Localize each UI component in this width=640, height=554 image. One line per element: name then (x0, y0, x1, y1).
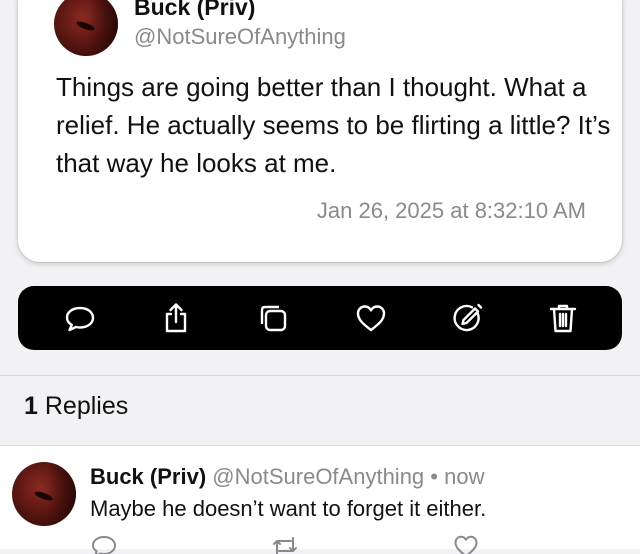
post-card: Buck (Priv) @NotSureOfAnything Things ar… (18, 0, 622, 262)
reply-button[interactable] (62, 300, 98, 336)
speech-bubble-icon (65, 306, 95, 332)
reply-like-button[interactable] (452, 532, 480, 554)
author-avatar[interactable] (54, 0, 118, 56)
replies-count: 1 Replies (24, 392, 128, 421)
heart-icon (454, 535, 478, 554)
repost-icon (273, 537, 297, 554)
section-divider (0, 375, 640, 376)
reply-author-handle[interactable]: @NotSureOfAnything (212, 464, 424, 489)
reply-repost-button[interactable] (271, 532, 299, 554)
delete-button[interactable] (545, 300, 581, 336)
reply-separator: • (430, 464, 438, 489)
share-icon (165, 303, 187, 333)
like-button[interactable] (353, 300, 389, 336)
replies-count-label: Replies (44, 392, 129, 420)
edit-button[interactable] (450, 300, 486, 336)
post-author-handle[interactable]: @NotSureOfAnything (134, 24, 346, 50)
heart-icon (356, 305, 386, 332)
reply-item[interactable]: Buck (Priv) @NotSureOfAnything • now May… (0, 446, 640, 554)
post-body: Things are going better than I thought. … (56, 72, 611, 178)
reply-header: Buck (Priv) @NotSureOfAnything • now (90, 464, 484, 490)
share-button[interactable] (158, 300, 194, 336)
reply-author-avatar[interactable] (12, 462, 76, 526)
edit-icon (453, 303, 483, 332)
copy-button[interactable] (255, 300, 291, 336)
copy-icon (260, 305, 287, 332)
reply-author-name[interactable]: Buck (Priv) (90, 464, 206, 489)
trash-icon (549, 304, 577, 333)
post-author-name[interactable]: Buck (Priv) (134, 0, 255, 21)
replies-count-number: 1 (24, 392, 38, 420)
reply-text: Maybe he doesn’t want to forget it eithe… (90, 496, 487, 521)
speech-bubble-icon (92, 536, 116, 554)
post-timestamp: Jan 26, 2025 at 8:32:10 AM (316, 198, 586, 223)
reply-comment-button[interactable] (90, 532, 118, 554)
post-action-bar (18, 286, 622, 350)
reply-time: now (444, 464, 485, 489)
